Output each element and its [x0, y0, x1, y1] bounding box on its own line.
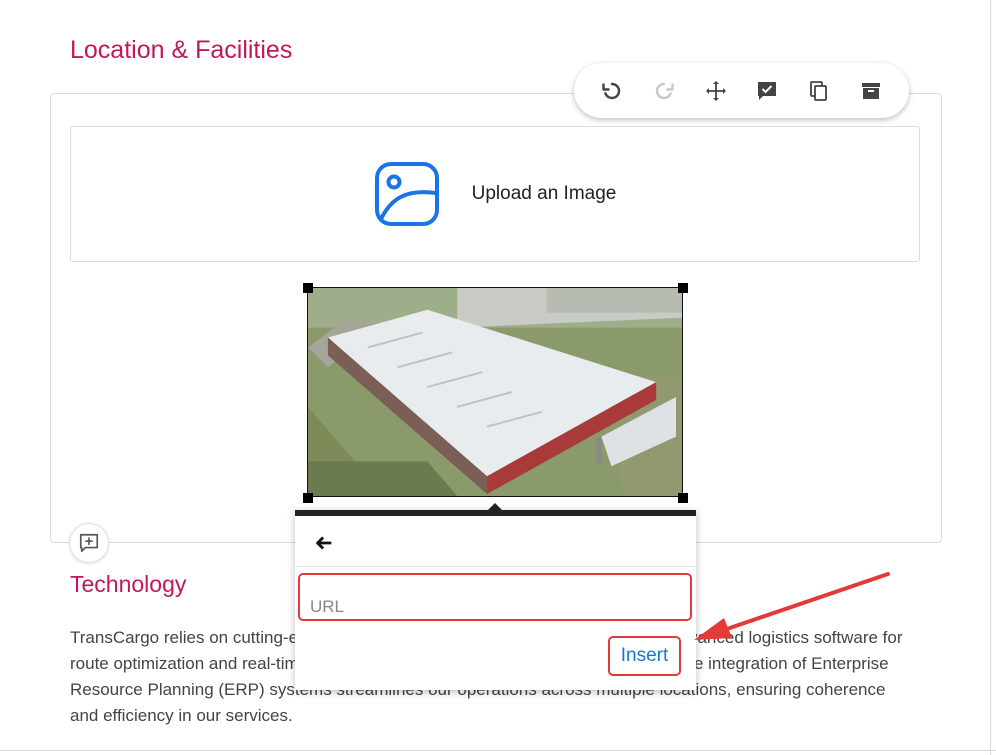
popup-divider	[295, 566, 696, 567]
annotation-arrow	[694, 572, 890, 640]
resize-handle-bottom-right[interactable]	[678, 493, 688, 503]
resize-handle-top-left[interactable]	[303, 283, 313, 293]
insert-button[interactable]: Insert	[608, 636, 681, 676]
page-edge-bottom	[0, 750, 996, 751]
resize-handle-top-right[interactable]	[678, 283, 688, 293]
section-title-location: Location & Facilities	[70, 36, 293, 64]
comment-check-icon	[758, 81, 777, 100]
undo-icon	[602, 82, 621, 99]
upload-label: Upload an Image	[471, 183, 617, 204]
url-field[interactable]	[298, 573, 692, 621]
block-toolbar	[574, 63, 909, 118]
archive-button[interactable]	[854, 74, 888, 108]
archive-icon	[862, 82, 881, 99]
image-url-popup: Insert	[295, 510, 696, 690]
page-edge-right	[990, 0, 991, 755]
warehouse-photo	[308, 288, 682, 496]
back-arrow-icon[interactable]	[313, 532, 335, 554]
section-title-technology: Technology	[70, 571, 187, 597]
resize-handle-bottom-left[interactable]	[303, 493, 313, 503]
upload-image-area[interactable]: Upload an Image	[70, 126, 920, 262]
add-comment-icon	[79, 533, 99, 553]
copy-icon	[810, 80, 828, 101]
redo-button[interactable]	[647, 74, 681, 108]
copy-button[interactable]	[802, 74, 836, 108]
comment-check-button[interactable]	[750, 74, 784, 108]
url-input[interactable]	[310, 597, 670, 617]
undo-button[interactable]	[595, 74, 629, 108]
add-comment-button[interactable]	[69, 523, 109, 563]
image-icon	[374, 162, 439, 226]
redo-icon	[655, 82, 674, 99]
move-icon	[705, 80, 726, 101]
move-button[interactable]	[699, 74, 733, 108]
warehouse-image[interactable]	[307, 287, 683, 497]
